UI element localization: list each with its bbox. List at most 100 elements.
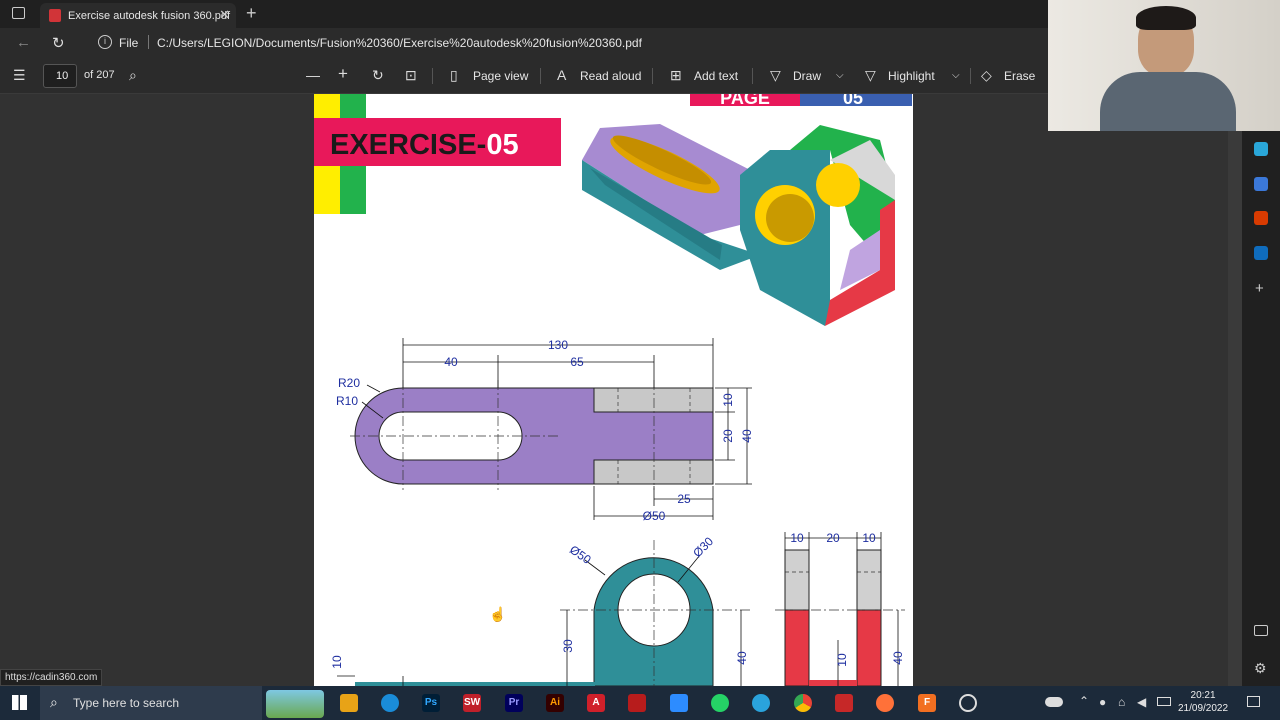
page-number-input[interactable] — [43, 64, 77, 88]
tools-icon[interactable] — [1254, 142, 1268, 156]
dim-side-10a: 10 — [790, 531, 804, 545]
search-icon[interactable]: ⌕ — [129, 67, 137, 84]
vertical-scrollbar[interactable] — [1228, 131, 1242, 686]
obs-icon[interactable] — [959, 694, 977, 712]
pdf-page: PAGE 05 EXERCISE-05 130 40 65 R20 R10 25… — [314, 94, 913, 686]
person-shirt — [1100, 72, 1236, 131]
dim-40: 40 — [444, 355, 458, 369]
dim-r10: R10 — [336, 394, 358, 408]
toolbar-separator — [432, 68, 433, 84]
illustrator-icon[interactable]: Ai — [546, 694, 564, 712]
tray-chevron-icon[interactable]: ⌃ — [1079, 694, 1089, 708]
contents-list-icon[interactable]: ☰ — [13, 67, 26, 84]
erase-button[interactable]: Erase — [1004, 69, 1035, 83]
highlight-button[interactable]: Highlight — [888, 69, 935, 83]
autocad-icon[interactable]: A — [587, 694, 605, 712]
address-separator — [148, 35, 149, 49]
dim-side-10c: 10 — [835, 653, 849, 667]
solidworks-icon[interactable]: SW — [463, 694, 481, 712]
dim-phi30: Ø30 — [690, 534, 716, 560]
page-total: of 207 — [84, 69, 115, 81]
close-tab-icon[interactable]: ✕ — [219, 7, 230, 23]
green-block — [340, 166, 366, 214]
yellow-block — [314, 94, 340, 118]
url-field[interactable]: C:/Users/LEGION/Documents/Fusion%20360/E… — [157, 36, 642, 50]
address-file-label: File — [119, 36, 139, 50]
chrome-icon[interactable] — [794, 694, 812, 712]
browser-tab[interactable]: Exercise autodesk fusion 360.pdf ✕ — [40, 3, 236, 28]
tab-title: Exercise autodesk fusion 360.pdf — [68, 9, 231, 22]
network-icon[interactable]: ⌂ — [1118, 695, 1125, 709]
dim-side-10b: 10 — [862, 531, 876, 545]
dim-20: 20 — [721, 429, 735, 443]
fit-page-icon[interactable]: ⊡ — [405, 67, 417, 84]
dim-130: 130 — [548, 338, 568, 352]
tab-actions-icon[interactable] — [12, 7, 25, 19]
dim-side-20: 20 — [826, 531, 840, 545]
rotate-icon[interactable]: ↻ — [372, 67, 384, 84]
news-widget-icon[interactable] — [266, 690, 324, 718]
back-icon[interactable]: ← — [16, 34, 31, 51]
status-link: https://cadin360.com — [0, 669, 103, 686]
add-text-button[interactable]: Add text — [694, 69, 738, 83]
person-hair — [1136, 6, 1196, 30]
read-aloud-icon: A — [557, 67, 567, 83]
onedrive-cloud-icon[interactable] — [1045, 697, 1063, 707]
new-tab-button[interactable]: + — [246, 3, 257, 24]
file-explorer-icon[interactable] — [340, 694, 358, 712]
outlook-icon[interactable] — [1254, 246, 1268, 260]
notifications-icon[interactable] — [1247, 696, 1260, 707]
draw-button[interactable]: Draw — [793, 69, 821, 83]
taskbar-search-icon: ⌕ — [50, 694, 58, 710]
highlight-dropdown-chevron-icon[interactable]: ⌵ — [952, 70, 960, 81]
exercise-title: EXERCISE-05 — [330, 129, 519, 161]
top-view — [350, 380, 714, 490]
clock-time: 20:21 — [1190, 690, 1216, 701]
page-badge-number: 05 — [843, 94, 863, 108]
whatsapp-icon[interactable] — [711, 694, 729, 712]
webcam-overlay — [1048, 0, 1280, 131]
sidebar-toggle-icon[interactable] — [1254, 625, 1268, 636]
dim-65: 65 — [570, 355, 584, 369]
mastercam-icon[interactable] — [628, 694, 646, 712]
dim-10-left: 10 — [330, 655, 344, 669]
info-icon[interactable]: i — [98, 35, 112, 49]
isometric-model — [582, 124, 895, 326]
dim-r20: R20 — [338, 376, 360, 390]
front-view — [355, 540, 750, 686]
office-icon[interactable] — [1254, 211, 1268, 225]
erase-icon: ◇ — [981, 67, 992, 83]
add-sidebar-item-icon[interactable]: + — [1255, 280, 1264, 297]
dim-30: 30 — [561, 639, 575, 653]
dim-40-vertical: 40 — [740, 429, 754, 443]
windows-start-icon[interactable] — [12, 695, 27, 710]
exercise-title-number: 05 — [486, 129, 518, 161]
firefox-icon[interactable] — [876, 694, 894, 712]
draw-dropdown-chevron-icon[interactable]: ⌵ — [836, 70, 844, 81]
telegram-icon[interactable] — [752, 694, 770, 712]
zoom-icon[interactable] — [670, 694, 688, 712]
page-view-button[interactable]: Page view — [473, 69, 528, 83]
games-icon[interactable] — [1254, 177, 1268, 191]
premiere-icon[interactable]: Pr — [505, 694, 523, 712]
add-text-icon: ⊞ — [670, 67, 682, 83]
read-aloud-button[interactable]: Read aloud — [580, 69, 641, 83]
taskbar-clock[interactable]: 20:21 21/09/2022 — [1178, 689, 1228, 715]
taskbar-search-placeholder: Type here to search — [73, 696, 180, 710]
page-badge-text: PAGE — [720, 94, 770, 108]
zoom-in-icon[interactable]: + — [338, 64, 348, 84]
battery-icon[interactable] — [1157, 697, 1171, 706]
toolbar-separator — [652, 68, 653, 84]
microphone-icon[interactable]: ● — [1099, 695, 1106, 709]
settings-gear-icon[interactable]: ⚙ — [1254, 660, 1267, 677]
edge-browser-icon[interactable] — [381, 694, 399, 712]
refresh-icon[interactable]: ↻ — [52, 34, 65, 52]
dim-40-front: 40 — [735, 651, 749, 665]
photoshop-icon[interactable]: Ps — [422, 694, 440, 712]
recorder-icon[interactable] — [835, 694, 853, 712]
fusion360-icon[interactable]: F — [918, 694, 936, 712]
clock-date: 21/09/2022 — [1178, 703, 1229, 714]
zoom-out-icon[interactable]: — — [306, 67, 320, 83]
volume-icon[interactable]: ◀ — [1137, 695, 1146, 709]
dim-25: 25 — [677, 492, 691, 506]
